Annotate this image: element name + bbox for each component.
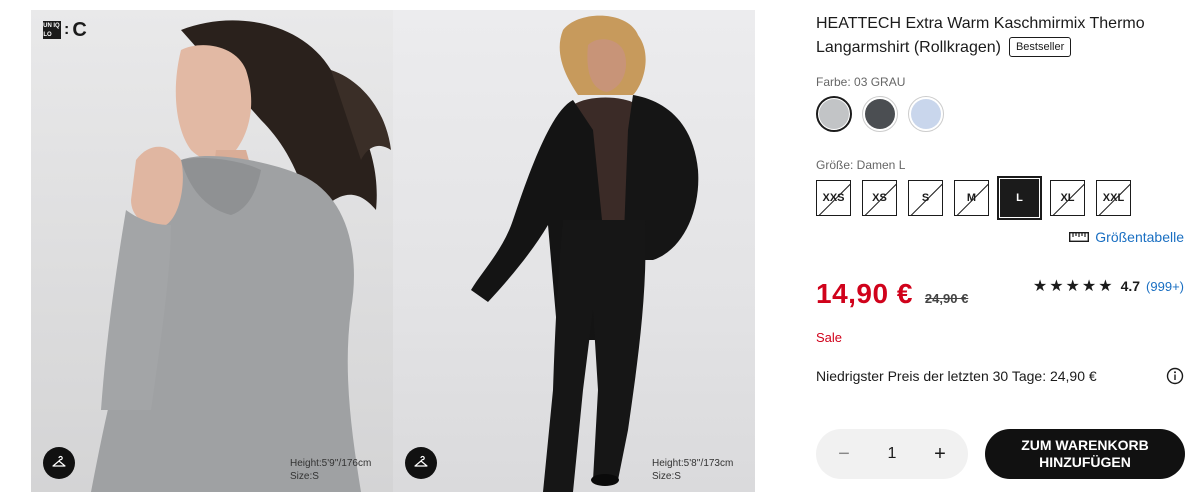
size-option-l[interactable]: L xyxy=(997,176,1042,220)
review-count-link[interactable]: (999+) xyxy=(1146,279,1184,294)
current-price: 14,90 € xyxy=(816,278,913,309)
ruler-icon xyxy=(1069,232,1090,242)
color-swatches xyxy=(816,96,944,132)
color-swatch-dunkelgrau[interactable] xyxy=(862,96,898,132)
product-details-panel: HEATTECH Extra Warm Kaschmirmix Thermo L… xyxy=(816,0,1200,492)
lowest-price-note: Niedrigster Preis der letzten 30 Tage: 2… xyxy=(816,368,1097,384)
product-image-1[interactable]: UN IQ LO : C Height:5'9''/176cm Size:S xyxy=(31,10,393,492)
model-photo-black-suit xyxy=(471,15,699,492)
color-label: Farbe: 03 GRAU xyxy=(816,75,906,89)
color-swatch-grau[interactable] xyxy=(816,96,852,132)
logo-colon: : xyxy=(64,21,70,38)
logo-c-mark: C xyxy=(72,19,87,41)
size-chart-label: Größentabelle xyxy=(1095,229,1184,245)
size-option-xxl[interactable]: XXL xyxy=(1096,180,1131,216)
sale-label: Sale xyxy=(816,330,843,345)
bestseller-badge: Bestseller xyxy=(1008,37,1072,57)
rating[interactable]: ★★★★★ 4.7 (999+) xyxy=(1033,276,1184,296)
size-option-s[interactable]: S xyxy=(908,180,943,216)
add-to-cart-button[interactable]: ZUM WARENKORB HINZUFÜGEN xyxy=(985,429,1185,479)
hanger-icon xyxy=(52,455,66,467)
brand-logo[interactable]: UN IQ LO : C xyxy=(43,19,87,41)
model-height: Height:5'8''/173cm xyxy=(652,458,734,469)
info-icon[interactable] xyxy=(1166,367,1184,385)
original-price: 24,90 € xyxy=(924,291,969,306)
size-option-xs[interactable]: XS xyxy=(862,180,897,216)
product-gallery: UN IQ LO : C Height:5'9''/176cm Size:S H… xyxy=(31,10,755,492)
size-options: XXS XS S M L XL XXL xyxy=(816,176,1131,220)
model-size: Size:S xyxy=(652,471,681,482)
product-page: UN IQ LO : C Height:5'9''/176cm Size:S H… xyxy=(0,0,1200,492)
quantity-decrease-button[interactable]: − xyxy=(834,443,854,466)
rating-value: 4.7 xyxy=(1120,278,1141,294)
size-option-xl[interactable]: XL xyxy=(1050,180,1085,216)
hanger-icon xyxy=(414,455,428,467)
outfit-button[interactable] xyxy=(43,447,75,479)
model-info: Height:5'8''/173cm Size:S xyxy=(652,457,733,483)
quantity-value[interactable]: 1 xyxy=(888,445,897,463)
model-size: Size:S xyxy=(290,471,319,482)
size-option-xxs[interactable]: XXS xyxy=(816,180,851,216)
size-option-m[interactable]: M xyxy=(954,180,989,216)
uniqlo-logo-icon: UN IQ LO xyxy=(43,21,61,39)
product-image-2[interactable]: Height:5'8''/173cm Size:S xyxy=(393,10,755,492)
color-swatch-fill xyxy=(911,99,941,129)
model-height: Height:5'9''/176cm xyxy=(290,458,372,469)
model-info: Height:5'9''/176cm Size:S xyxy=(290,457,371,483)
quantity-increase-button[interactable]: + xyxy=(930,443,950,466)
size-chart-link[interactable]: Größentabelle xyxy=(1069,229,1184,245)
color-swatch-fill xyxy=(865,99,895,129)
product-title: HEATTECH Extra Warm Kaschmirmix Thermo L… xyxy=(816,15,1145,56)
price-row: 14,90 € 24,90 € xyxy=(816,278,968,310)
product-title-row: HEATTECH Extra Warm Kaschmirmix Thermo L… xyxy=(816,12,1176,60)
quantity-stepper: − 1 + xyxy=(816,429,968,479)
size-label: Größe: Damen L xyxy=(816,158,906,172)
color-swatch-hellblau[interactable] xyxy=(908,96,944,132)
rating-stars: ★★★★★ xyxy=(1032,278,1115,295)
model-photo-grey-turtleneck xyxy=(91,20,391,492)
outfit-button[interactable] xyxy=(405,447,437,479)
color-swatch-fill xyxy=(819,99,849,129)
